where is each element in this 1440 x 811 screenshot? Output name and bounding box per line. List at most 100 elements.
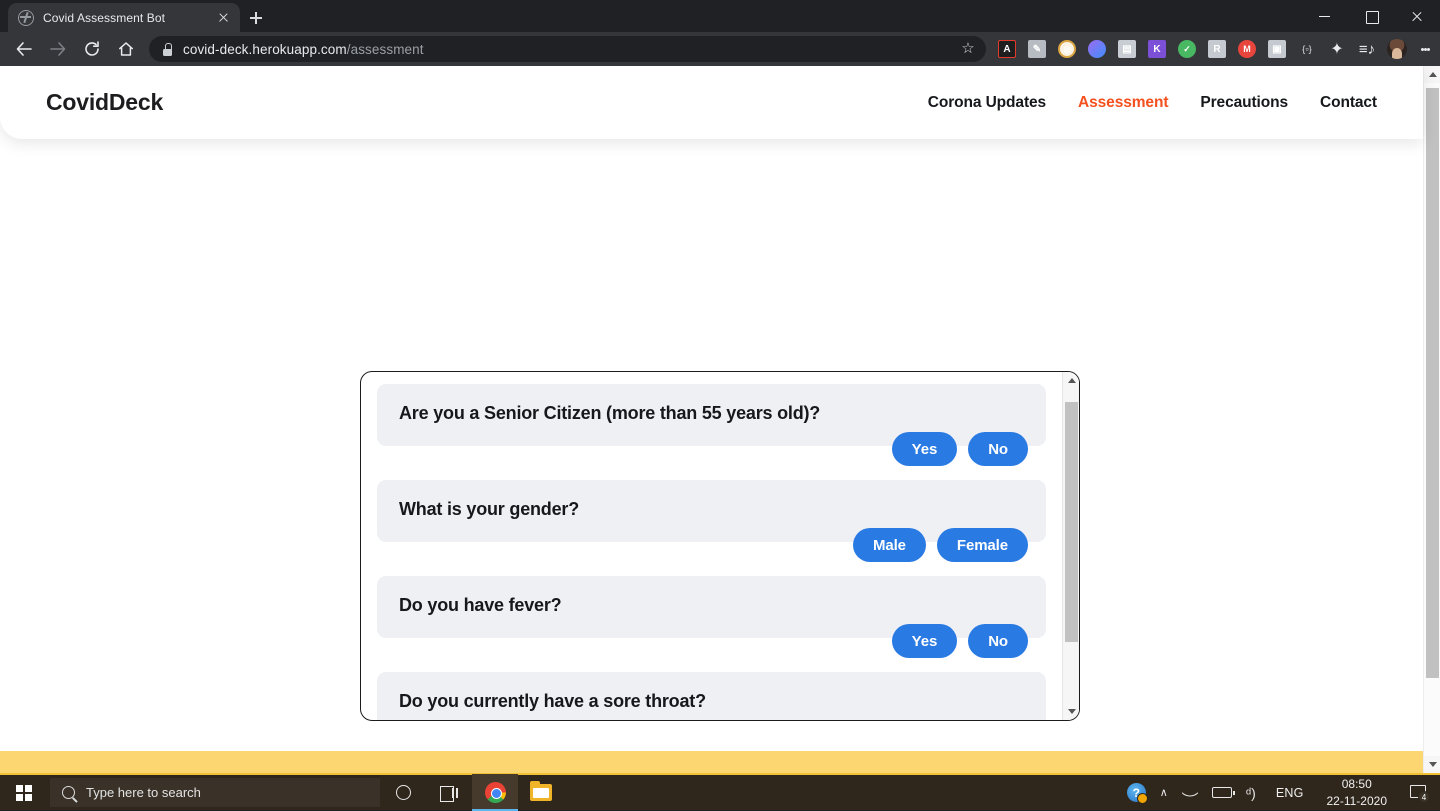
url-path: /assessment xyxy=(347,42,424,57)
tab-strip: Covid Assessment Bot xyxy=(0,0,1440,32)
home-button[interactable] xyxy=(112,35,140,63)
notifications-icon: 4 xyxy=(1410,785,1427,800)
volume-tray-button[interactable]: ᵈ) xyxy=(1239,774,1269,811)
web-page: CovidDeck Corona Updates Assessment Prec… xyxy=(0,66,1423,773)
puzzle-extensions-icon[interactable]: ✦ xyxy=(1322,32,1352,66)
language-indicator[interactable]: ENG xyxy=(1269,774,1311,811)
chat-scrollbar-thumb[interactable] xyxy=(1065,402,1078,642)
answer-button-yes[interactable]: Yes xyxy=(892,624,958,658)
page-scroll-up-arrow-icon[interactable] xyxy=(1424,66,1440,83)
screenshot-extension[interactable]: ✎ xyxy=(1022,32,1052,66)
browser-window: Covid Assessment Bot covid-deck.herokuap… xyxy=(0,0,1440,810)
bookmark-star-icon[interactable]: ☆ xyxy=(959,40,977,58)
search-icon xyxy=(62,786,75,799)
reading-list-icon[interactable]: ≡♪ xyxy=(1352,32,1382,66)
nav-item-precautions[interactable]: Precautions xyxy=(1200,94,1288,112)
answer-button-female[interactable]: Female xyxy=(937,528,1028,562)
clock[interactable]: 08:50 22-11-2020 xyxy=(1311,774,1404,811)
window-close-button[interactable] xyxy=(1394,0,1440,32)
battery-icon xyxy=(1212,787,1232,798)
code-extension[interactable]: {▫} xyxy=(1292,32,1322,66)
url-domain: covid-deck.herokuapp.com xyxy=(183,42,347,57)
cortana-icon xyxy=(396,785,411,800)
clipboard-extension[interactable]: ▤ xyxy=(1112,32,1142,66)
windows-logo-icon xyxy=(16,785,32,801)
network-tray-button[interactable] xyxy=(1175,774,1205,811)
close-icon[interactable] xyxy=(215,9,232,26)
file-explorer-taskbar-icon xyxy=(530,784,552,801)
reload-button[interactable] xyxy=(78,35,106,63)
clock-date: 22-11-2020 xyxy=(1327,793,1388,809)
answer-button-yes[interactable]: Yes xyxy=(892,432,958,466)
minimize-button[interactable] xyxy=(1302,0,1348,32)
address-bar[interactable]: covid-deck.herokuapp.com/assessment ☆ xyxy=(149,36,986,62)
new-tab-button[interactable] xyxy=(244,6,268,30)
mailtrack-extension[interactable]: M xyxy=(1232,32,1262,66)
page-viewport: CovidDeck Corona Updates Assessment Prec… xyxy=(0,66,1440,773)
question-block: Do you currently have a sore throat? xyxy=(377,672,1046,720)
answer-button-no[interactable]: No xyxy=(968,624,1028,658)
browser-menu-button[interactable] xyxy=(1412,32,1438,66)
answer-options: Male Female xyxy=(377,528,1046,562)
page-body: Are you a Senior Citizen (more than 55 y… xyxy=(0,139,1423,773)
site-nav: Corona Updates Assessment Precautions Co… xyxy=(928,94,1377,112)
kaspersky-extension[interactable]: K xyxy=(1142,32,1172,66)
chat-scroll-area: Are you a Senior Citizen (more than 55 y… xyxy=(361,372,1062,720)
shield-extension[interactable] xyxy=(1082,32,1112,66)
browser-tab[interactable]: Covid Assessment Bot xyxy=(8,3,240,32)
profile-avatar[interactable] xyxy=(1382,32,1412,66)
start-button[interactable] xyxy=(0,774,48,811)
chat-scrollbar[interactable] xyxy=(1062,372,1079,720)
task-view-button[interactable] xyxy=(426,774,472,811)
question-block: Do you have fever? Yes No xyxy=(377,576,1046,658)
answer-button-no[interactable]: No xyxy=(968,432,1028,466)
site-header: CovidDeck Corona Updates Assessment Prec… xyxy=(0,66,1423,139)
answer-options: Yes No xyxy=(377,624,1046,658)
scroll-up-arrow-icon[interactable] xyxy=(1063,372,1080,389)
lock-icon xyxy=(162,43,173,56)
help-icon: ? xyxy=(1127,783,1146,802)
chrome-taskbar-icon xyxy=(485,782,506,803)
globe-icon xyxy=(18,10,34,26)
adobe-acrobat-extension[interactable]: A xyxy=(992,32,1022,66)
extensions-bar: A ✎ ◎ ▤ K ✓ R M ▣ {▫} ✦ ≡♪ xyxy=(992,32,1440,66)
task-view-icon xyxy=(440,786,458,800)
volume-icon: ᵈ) xyxy=(1246,786,1262,800)
chrome-taskbar-button[interactable] xyxy=(472,774,518,811)
question-bubble: Do you currently have a sore throat? xyxy=(377,672,1046,720)
tray-overflow-chevron-icon[interactable]: ∧ xyxy=(1153,774,1175,811)
adguard-extension[interactable]: ✓ xyxy=(1172,32,1202,66)
file-explorer-taskbar-button[interactable] xyxy=(518,774,564,811)
tab-title: Covid Assessment Bot xyxy=(43,11,215,25)
nav-item-contact[interactable]: Contact xyxy=(1320,94,1377,112)
url-text: covid-deck.herokuapp.com/assessment xyxy=(183,42,424,57)
coin-extension[interactable]: ◎ xyxy=(1052,32,1082,66)
forward-button[interactable] xyxy=(44,35,72,63)
taskbar-search-input[interactable]: Type here to search xyxy=(50,778,380,807)
page-scroll-down-arrow-icon[interactable] xyxy=(1424,756,1440,773)
nav-item-corona-updates[interactable]: Corona Updates xyxy=(928,94,1046,112)
page-scrollbar-thumb[interactable] xyxy=(1426,88,1439,678)
grammar-extension[interactable]: R xyxy=(1202,32,1232,66)
nav-item-assessment[interactable]: Assessment xyxy=(1078,94,1168,112)
scroll-down-arrow-icon[interactable] xyxy=(1063,703,1080,720)
maximize-button[interactable] xyxy=(1348,0,1394,32)
taskbar-search-placeholder: Type here to search xyxy=(86,785,201,800)
battery-tray-button[interactable] xyxy=(1205,774,1239,811)
browser-toolbar: covid-deck.herokuapp.com/assessment ☆ A … xyxy=(0,32,1440,66)
notifications-button[interactable]: 4 xyxy=(1403,774,1434,811)
site-brand[interactable]: CovidDeck xyxy=(46,89,163,116)
camera-extension[interactable]: ▣ xyxy=(1262,32,1292,66)
answer-options: Yes No xyxy=(377,432,1046,466)
back-button[interactable] xyxy=(10,35,38,63)
help-tray-button[interactable]: ? xyxy=(1120,774,1153,811)
footer-band xyxy=(0,751,1423,773)
window-controls xyxy=(1302,0,1440,32)
clock-time: 08:50 xyxy=(1327,776,1388,792)
answer-button-male[interactable]: Male xyxy=(853,528,926,562)
notification-count-badge: 4 xyxy=(1418,791,1430,803)
assessment-chat-card: Are you a Senior Citizen (more than 55 y… xyxy=(360,371,1080,721)
page-scrollbar[interactable] xyxy=(1423,66,1440,773)
cortana-button[interactable] xyxy=(380,774,426,811)
question-block: Are you a Senior Citizen (more than 55 y… xyxy=(377,384,1046,466)
